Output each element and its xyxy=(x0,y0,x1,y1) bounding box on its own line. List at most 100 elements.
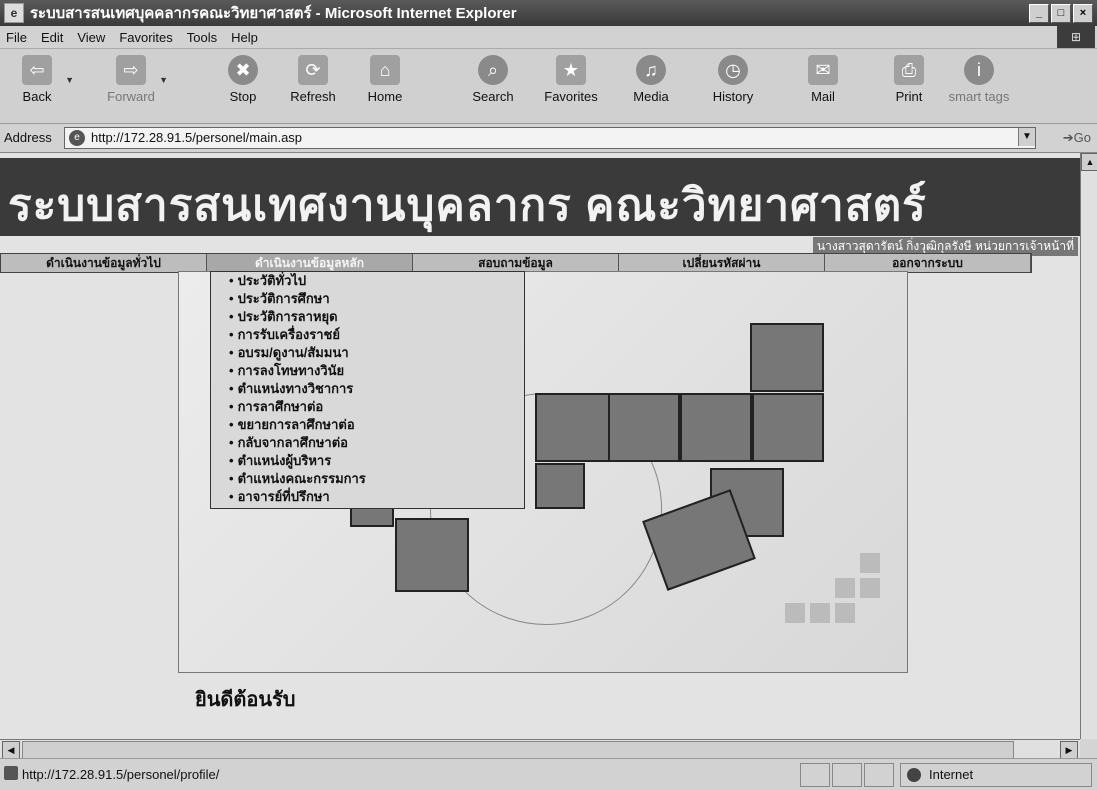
menu-favorites[interactable]: Favorites xyxy=(119,30,172,45)
menu-item-return-from-study[interactable]: กลับจากลาศึกษาต่อ xyxy=(211,434,524,452)
window-controls: _ □ × xyxy=(1029,4,1093,23)
title-bar: e ระบบสารสนเทศบุคคลากรคณะวิทยาศาสตร์ - M… xyxy=(0,0,1097,26)
page-content: ระบบสารสนเทศงานบุคลากร คณะวิทยาศาสตร์ นา… xyxy=(0,153,1080,739)
history-button[interactable]: ◷ History xyxy=(702,55,764,104)
refresh-button[interactable]: ⟳ Refresh xyxy=(282,55,344,104)
status-pane xyxy=(800,763,830,787)
scroll-right-icon[interactable]: ▶ xyxy=(1060,741,1078,759)
menu-item-study-leave-extension[interactable]: ขยายการลาศึกษาต่อ xyxy=(211,416,524,434)
browser-window: e ระบบสารสนเทศบุคคลากรคณะวิทยาศาสตร์ - M… xyxy=(0,0,1097,790)
menu-item-academic-position[interactable]: ตำแหน่งทางวิชาการ xyxy=(211,380,524,398)
vertical-scrollbar[interactable]: ▲ xyxy=(1080,153,1097,739)
stop-button[interactable]: ✖ Stop xyxy=(212,55,274,104)
menu-edit[interactable]: Edit xyxy=(41,30,63,45)
nav-general-data[interactable]: ดำเนินงานข้อมูลทั่วไป xyxy=(1,254,207,272)
site-banner: ระบบสารสนเทศงานบุคลากร คณะวิทยาศาสตร์ xyxy=(0,158,1080,236)
menu-view[interactable]: View xyxy=(77,30,105,45)
internet-globe-icon xyxy=(907,768,921,782)
minimize-button[interactable]: _ xyxy=(1029,4,1049,23)
nav-query-data[interactable]: สอบถามข้อมูล xyxy=(413,254,619,272)
zone-label: Internet xyxy=(929,767,974,782)
home-button[interactable]: ⌂ Home xyxy=(354,55,416,104)
collage-photo xyxy=(750,323,824,392)
back-arrow-icon: ⇦ xyxy=(22,55,52,85)
security-zone: Internet xyxy=(900,763,1092,787)
refresh-icon: ⟳ xyxy=(298,55,328,85)
media-button[interactable]: ♫ Media xyxy=(620,55,682,104)
toolbar: ⇦ Back ▼ ⇨ Forward ▼ ✖ Stop ⟳ Refresh ⌂ … xyxy=(0,49,1097,124)
address-url: http://172.28.91.5/personel/main.asp xyxy=(91,130,303,145)
page-icon: e xyxy=(69,130,85,146)
search-button[interactable]: ⌕ Search xyxy=(462,55,524,104)
stop-icon: ✖ xyxy=(228,55,258,85)
history-icon: ◷ xyxy=(718,55,748,85)
mail-icon: ✉ xyxy=(808,55,838,85)
horizontal-scroll-thumb[interactable] xyxy=(22,741,1014,759)
back-button[interactable]: ⇦ Back ▼ xyxy=(6,55,74,104)
collage-photo xyxy=(608,393,680,462)
decorative-tile xyxy=(785,603,805,623)
close-button[interactable]: × xyxy=(1073,4,1093,23)
menu-item-advisor[interactable]: อาจารย์ที่ปรึกษา xyxy=(211,488,524,506)
decorative-tile xyxy=(835,578,855,598)
forward-button[interactable]: ⇨ Forward ▼ xyxy=(100,55,168,104)
info-icon: i xyxy=(964,55,994,85)
collage-photo xyxy=(395,518,469,592)
nav-logout[interactable]: ออกจากระบบ xyxy=(825,254,1031,272)
collage-photo xyxy=(752,393,824,462)
main-data-dropdown-menu: ประวัติทั่วไป ประวัติการศึกษา ประวัติการ… xyxy=(210,271,525,509)
media-icon: ♫ xyxy=(636,55,666,85)
decorative-tile xyxy=(810,603,830,623)
menu-item-general-history[interactable]: ประวัติทั่วไป xyxy=(211,272,524,290)
address-dropdown-icon[interactable]: ▼ xyxy=(1018,128,1035,146)
decorative-tile xyxy=(860,553,880,573)
scroll-left-icon[interactable]: ◀ xyxy=(2,741,20,759)
forward-arrow-icon: ⇨ xyxy=(116,55,146,85)
smart-tags-button[interactable]: i smart tags xyxy=(948,55,1010,104)
favorites-icon: ★ xyxy=(556,55,586,85)
menu-help[interactable]: Help xyxy=(231,30,258,45)
menu-file[interactable]: File xyxy=(6,30,27,45)
print-button[interactable]: ⎙ Print xyxy=(878,55,940,104)
collage-photo xyxy=(680,393,752,462)
window-title: ระบบสารสนเทศบุคคลากรคณะวิทยาศาสตร์ - Mic… xyxy=(30,5,517,22)
decorative-tile xyxy=(860,578,880,598)
collage-photo xyxy=(535,463,585,509)
status-pane xyxy=(864,763,894,787)
address-input[interactable]: e http://172.28.91.5/personel/main.asp ▼ xyxy=(64,127,1036,149)
main-nav: ดำเนินงานข้อมูลทั่วไป ดำเนินงานข้อมูลหลั… xyxy=(0,253,1032,273)
menu-item-disciplinary[interactable]: การลงโทษทางวินัย xyxy=(211,362,524,380)
maximize-button[interactable]: □ xyxy=(1051,4,1071,23)
mail-button[interactable]: ✉ Mail xyxy=(792,55,854,104)
address-label: Address xyxy=(4,130,52,145)
search-icon: ⌕ xyxy=(478,55,508,85)
decorative-tile xyxy=(835,603,855,623)
windows-logo-icon: ⊞ xyxy=(1057,26,1095,48)
menu-item-executive-position[interactable]: ตำแหน่งผู้บริหาร xyxy=(211,452,524,470)
menu-item-training[interactable]: อบรม/ดูงาน/สัมมนา xyxy=(211,344,524,362)
status-pane xyxy=(832,763,862,787)
menu-bar: File Edit View Favorites Tools Help ⊞ xyxy=(0,26,1097,49)
menu-tools[interactable]: Tools xyxy=(187,30,217,45)
forward-dropdown-icon[interactable]: ▼ xyxy=(159,75,168,85)
address-bar: Address e http://172.28.91.5/personel/ma… xyxy=(0,124,1097,153)
menu-item-education-history[interactable]: ประวัติการศึกษา xyxy=(211,290,524,308)
print-icon: ⎙ xyxy=(894,55,924,85)
collage-photo xyxy=(535,393,611,462)
welcome-text: ยินดีต้อนรับ xyxy=(195,689,296,711)
scroll-up-icon[interactable]: ▲ xyxy=(1081,153,1097,171)
go-button[interactable]: ➔Go xyxy=(1063,130,1091,146)
nav-main-data[interactable]: ดำเนินงานข้อมูลหลัก xyxy=(207,254,413,272)
menu-item-committee-position[interactable]: ตำแหน่งคณะกรรมการ xyxy=(211,470,524,488)
menu-item-leave-history[interactable]: ประวัติการลาหยุด xyxy=(211,308,524,326)
menu-item-royal-decorations[interactable]: การรับเครื่องราชย์ xyxy=(211,326,524,344)
banner-title: ระบบสารสนเทศงานบุคลากร คณะวิทยาศาสตร์ xyxy=(8,181,927,230)
status-page-icon xyxy=(4,766,18,780)
back-dropdown-icon[interactable]: ▼ xyxy=(65,75,74,85)
favorites-button[interactable]: ★ Favorites xyxy=(540,55,602,104)
status-bar: http://172.28.91.5/personel/profile/ Int… xyxy=(0,758,1097,790)
menu-item-study-leave[interactable]: การลาศึกษาต่อ xyxy=(211,398,524,416)
nav-change-password[interactable]: เปลี่ยนรหัสผ่าน xyxy=(619,254,825,272)
horizontal-scrollbar[interactable]: ◀ ▶ xyxy=(0,739,1080,759)
ie-app-icon: e xyxy=(4,3,24,23)
